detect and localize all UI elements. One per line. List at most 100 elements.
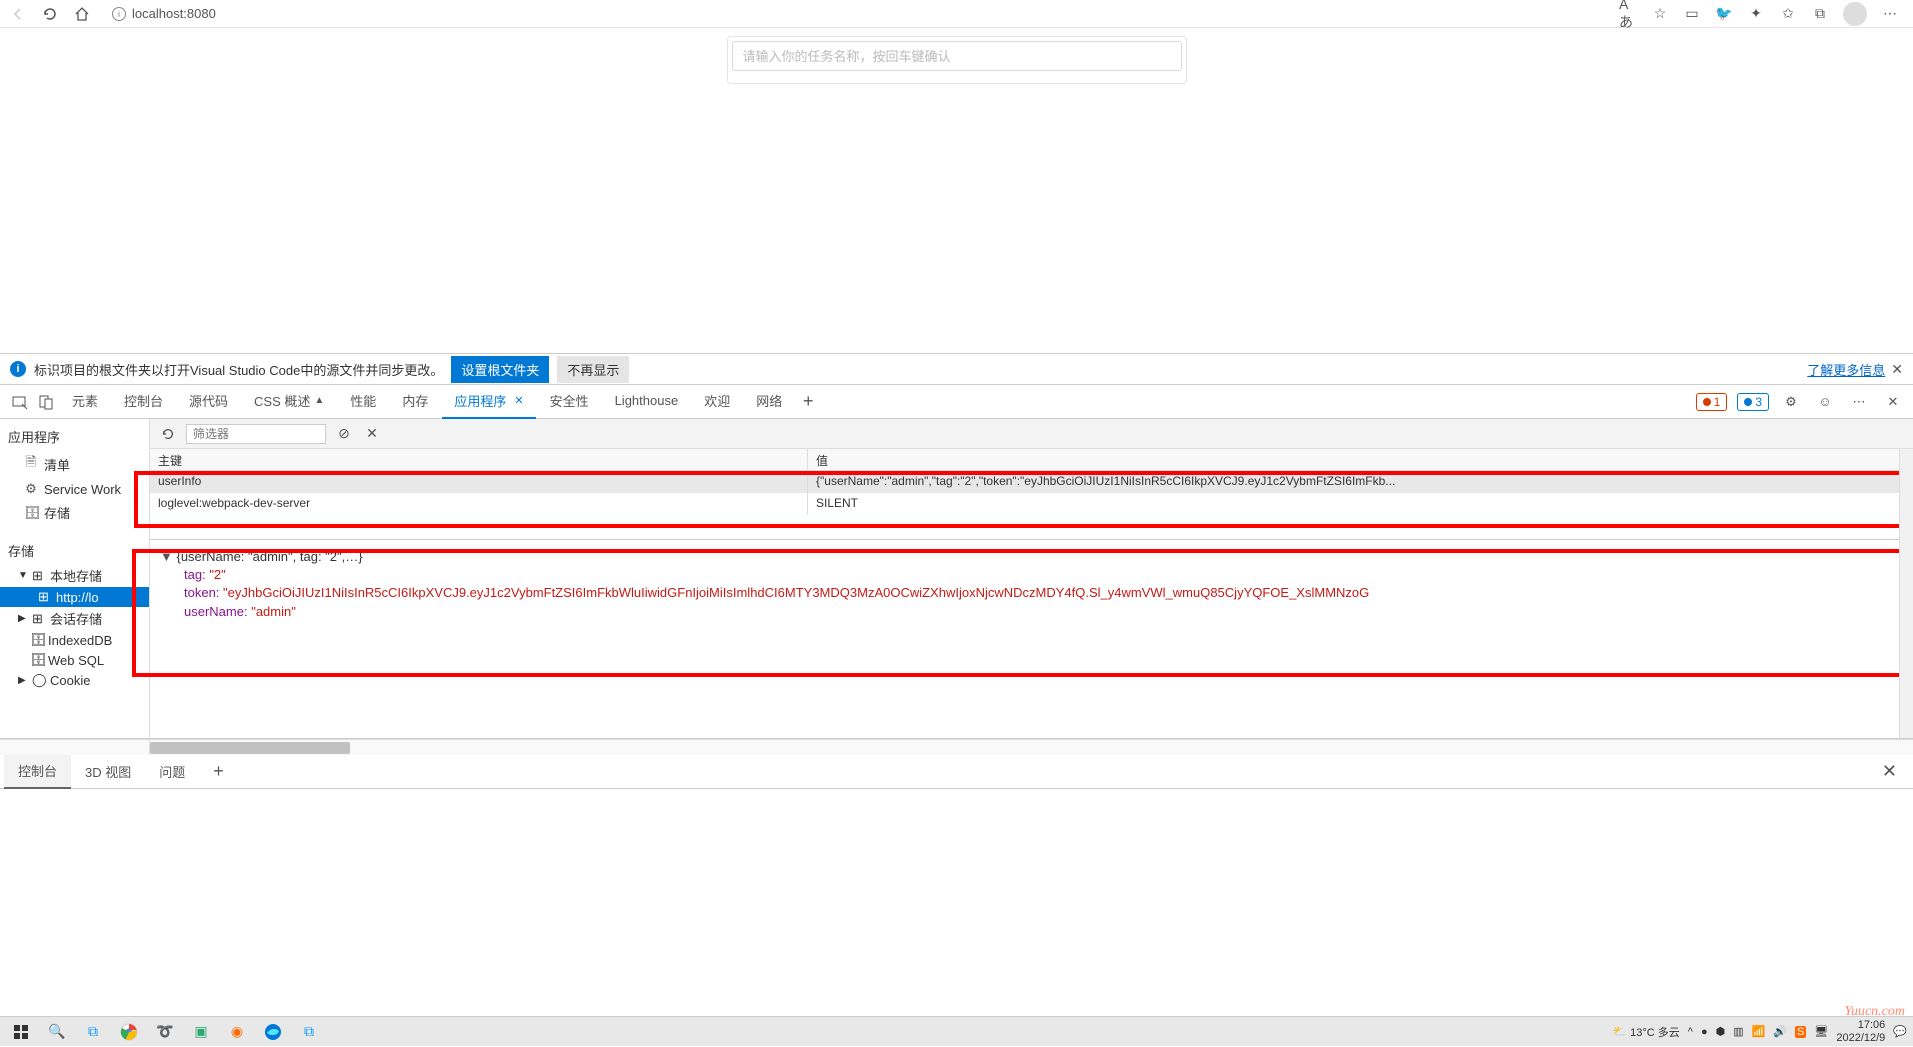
col-key-header[interactable]: 主键	[150, 449, 808, 470]
tray-icon[interactable]: ⬢	[1716, 1025, 1726, 1038]
grid-icon: ⊞	[32, 611, 46, 627]
devtools-close-icon[interactable]: ✕	[1881, 390, 1905, 414]
sidebar-scrollbar[interactable]	[0, 740, 150, 755]
refresh-button[interactable]	[40, 4, 60, 24]
refresh-panel-icon[interactable]	[158, 424, 178, 444]
grid-icon: ⊞	[38, 589, 52, 605]
profile-avatar[interactable]	[1843, 2, 1867, 26]
cookie-icon: ◯	[32, 672, 46, 688]
col-value-header[interactable]: 值	[808, 449, 1913, 470]
value-detail: ▼ {userName: "admin", tag: "2",…} tag: "…	[150, 539, 1913, 738]
home-button[interactable]	[72, 4, 92, 24]
tree-indexeddb[interactable]: 🗄IndexedDB	[0, 630, 149, 650]
vertical-scrollbar[interactable]	[1899, 449, 1913, 738]
feedback-icon[interactable]: ☺	[1813, 390, 1837, 414]
drawer-close-icon[interactable]: ✕	[1882, 761, 1897, 782]
clear-icon[interactable]: ⊘	[334, 424, 354, 444]
tray-ime-icon[interactable]: S	[1795, 1026, 1806, 1038]
drawer-tab-3dview[interactable]: 3D 视图	[71, 755, 145, 789]
favorites-bar-icon[interactable]: ✩	[1779, 5, 1797, 23]
database-icon: 🗄	[30, 632, 44, 648]
table-row[interactable]: userInfo {"userName":"admin","tag":"2","…	[150, 471, 1913, 493]
dont-show-button[interactable]: 不再显示	[557, 356, 629, 383]
error-badge[interactable]: 1	[1696, 393, 1728, 411]
tab-elements[interactable]: 元素	[60, 385, 110, 419]
drawer-tab-issues[interactable]: 问题	[145, 755, 199, 789]
notifications-icon[interactable]: 💬	[1893, 1025, 1907, 1038]
tree-local-storage[interactable]: ▼⊞本地存储	[0, 564, 149, 587]
app-icon[interactable]: ◉	[220, 1017, 254, 1047]
weather-widget[interactable]: ⛅ 13°C 多云	[1612, 1024, 1679, 1040]
inspect-icon[interactable]	[8, 390, 32, 414]
app-icon[interactable]: ▣	[184, 1017, 218, 1047]
tab-console[interactable]: 控制台	[112, 385, 175, 419]
settings-icon[interactable]: ⚙	[1779, 390, 1803, 414]
add-tab-icon[interactable]: +	[796, 390, 820, 414]
tray-icon[interactable]: ●	[1701, 1026, 1708, 1038]
tab-welcome[interactable]: 欢迎	[692, 385, 742, 419]
read-aloud-icon[interactable]: Aあ	[1619, 5, 1637, 23]
split-screen-icon[interactable]: ▭	[1683, 5, 1701, 23]
sidebar-title: 应用程序	[0, 423, 149, 450]
site-info-icon[interactable]: i	[112, 7, 126, 21]
tray-wifi-icon[interactable]: 📶	[1752, 1025, 1766, 1038]
grid-icon: ⊞	[32, 568, 46, 584]
sidebar-item-manifest[interactable]: 🗎清单	[0, 450, 149, 478]
tree-session-storage[interactable]: ▶⊞会话存储	[0, 607, 149, 630]
extension-icon[interactable]: ✦	[1747, 5, 1765, 23]
tab-application[interactable]: 应用程序 ✕	[442, 385, 535, 419]
learn-more-link[interactable]: 了解更多信息	[1807, 360, 1885, 379]
tab-sources[interactable]: 源代码	[177, 385, 240, 419]
devtools-menu-icon[interactable]: ⋯	[1847, 390, 1871, 414]
task-name-input[interactable]	[732, 41, 1182, 71]
app-icon[interactable]: ➰	[148, 1017, 182, 1047]
tab-network[interactable]: 网络	[744, 385, 794, 419]
document-icon: 🗎	[24, 453, 38, 475]
drawer-add-icon[interactable]: +	[199, 755, 238, 789]
tray-chevron-icon[interactable]: ^	[1688, 1026, 1693, 1038]
weather-icon: ⛅	[1612, 1025, 1626, 1038]
page-viewport	[0, 28, 1913, 353]
start-button[interactable]	[4, 1017, 38, 1047]
info-badge[interactable]: 3	[1737, 393, 1769, 411]
database-icon: 🗄	[24, 505, 38, 521]
vscode-icon[interactable]: ⧉	[292, 1017, 326, 1047]
tray-icon[interactable]: ▥	[1733, 1025, 1743, 1038]
vscode-icon[interactable]: ⧉	[76, 1017, 110, 1047]
address-bar[interactable]: i localhost:8080	[104, 3, 1607, 25]
browser-menu-icon[interactable]: ⋯	[1881, 5, 1899, 23]
filter-input[interactable]	[186, 424, 326, 444]
tray-volume-icon[interactable]: 🔊	[1773, 1025, 1787, 1038]
favorite-icon[interactable]: ☆	[1651, 5, 1669, 23]
database-icon: 🗄	[30, 652, 44, 668]
storage-section-title: 存储	[0, 537, 149, 564]
twitter-icon[interactable]: 🐦	[1715, 5, 1733, 23]
clock[interactable]: 17:06 2022/12/9	[1836, 1019, 1885, 1043]
edge-icon[interactable]	[256, 1017, 290, 1047]
url-text: localhost:8080	[132, 6, 216, 21]
back-button[interactable]	[8, 4, 28, 24]
notify-close-icon[interactable]: ✕	[1891, 361, 1903, 378]
tab-lighthouse[interactable]: Lighthouse	[603, 385, 691, 419]
panel-scrollbar[interactable]	[150, 740, 1913, 755]
delete-icon[interactable]: ✕	[362, 424, 382, 444]
drawer-tab-console[interactable]: 控制台	[4, 755, 71, 789]
tab-performance[interactable]: 性能	[338, 385, 388, 419]
table-row[interactable]: loglevel:webpack-dev-server SILENT	[150, 493, 1913, 515]
sidebar-item-storage[interactable]: 🗄存储	[0, 500, 149, 525]
tree-cookie[interactable]: ▶◯Cookie	[0, 670, 149, 690]
tab-memory[interactable]: 内存	[390, 385, 440, 419]
collections-icon[interactable]: ⧉	[1811, 5, 1829, 23]
tree-local-storage-origin[interactable]: ⊞http://lo	[0, 587, 149, 607]
tray-battery-icon[interactable]: 🖥	[1814, 1025, 1828, 1038]
search-icon[interactable]: 🔍	[40, 1017, 74, 1047]
storage-table: 主键 值 userInfo {"userName":"admin","tag":…	[150, 449, 1913, 515]
chrome-icon[interactable]	[112, 1017, 146, 1047]
set-root-button[interactable]: 设置根文件夹	[451, 356, 549, 383]
sidebar-item-service-workers[interactable]: ⚙Service Work	[0, 478, 149, 500]
tab-security[interactable]: 安全性	[538, 385, 601, 419]
close-icon[interactable]: ✕	[514, 394, 523, 407]
device-toggle-icon[interactable]	[34, 390, 58, 414]
tree-websql[interactable]: 🗄Web SQL	[0, 650, 149, 670]
tab-css-overview[interactable]: CSS 概述 ▲	[242, 385, 336, 419]
